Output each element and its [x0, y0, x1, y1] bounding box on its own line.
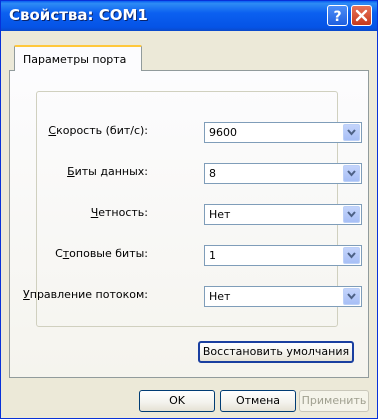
close-button[interactable]	[351, 5, 372, 26]
stop-bits-label: Стоповые биты:	[55, 247, 148, 260]
flow-control-value: Нет	[209, 290, 231, 303]
speed-label: Скорость (бит/с):	[48, 124, 148, 137]
chevron-down-icon	[347, 252, 356, 259]
flow-control-combobox[interactable]: Нет	[204, 286, 362, 307]
speed-value: 9600	[209, 126, 237, 139]
data-bits-combobox[interactable]: 8	[204, 163, 362, 184]
title-bar[interactable]: Свойства: COM1 ?	[1, 1, 377, 31]
flow-control-label: Управление потоком:	[23, 288, 148, 301]
apply-button[interactable]: Применить	[299, 390, 369, 412]
data-bits-dropdown-arrow[interactable]	[343, 165, 360, 182]
chevron-down-icon	[347, 211, 356, 218]
properties-dialog: Свойства: COM1 ? Параметры порта Скорост…	[0, 0, 378, 419]
restore-defaults-label: Восстановить умолчания	[202, 345, 350, 358]
chevron-down-icon	[347, 293, 356, 300]
data-bits-label: Биты данных:	[67, 165, 148, 178]
cancel-label: Отмена	[235, 394, 281, 407]
speed-combobox[interactable]: 9600	[204, 122, 362, 143]
chevron-down-icon	[347, 129, 356, 136]
speed-dropdown-arrow[interactable]	[343, 124, 360, 141]
parity-label: Четность:	[90, 206, 148, 219]
restore-defaults-button[interactable]: Восстановить умолчания	[198, 341, 354, 363]
tab-label: Параметры порта	[23, 53, 127, 66]
cancel-button[interactable]: Отмена	[220, 390, 296, 412]
settings-group: Скорость (бит/с): 9600 Биты данных: 8 Че…	[23, 91, 362, 327]
stop-bits-dropdown-arrow[interactable]	[343, 247, 360, 264]
help-button[interactable]: ?	[327, 5, 348, 26]
tab-panel: Скорость (бит/с): 9600 Биты данных: 8 Че…	[9, 70, 369, 378]
parity-dropdown-arrow[interactable]	[343, 206, 360, 223]
data-bits-value: 8	[209, 167, 216, 180]
window-title: Свойства: COM1	[9, 6, 148, 24]
stop-bits-value: 1	[209, 249, 216, 262]
ok-button[interactable]: OK	[139, 390, 215, 412]
close-icon	[355, 9, 368, 22]
apply-label: Применить	[301, 394, 367, 407]
tab-port-settings[interactable]: Параметры порта	[14, 45, 142, 71]
ok-label: OK	[169, 394, 185, 407]
svg-text:?: ?	[333, 9, 341, 25]
help-icon: ?	[333, 9, 341, 25]
flow-control-dropdown-arrow[interactable]	[343, 288, 360, 305]
stop-bits-combobox[interactable]: 1	[204, 245, 362, 266]
chevron-down-icon	[347, 170, 356, 177]
parity-combobox[interactable]: Нет	[204, 204, 362, 225]
parity-value: Нет	[209, 208, 231, 221]
